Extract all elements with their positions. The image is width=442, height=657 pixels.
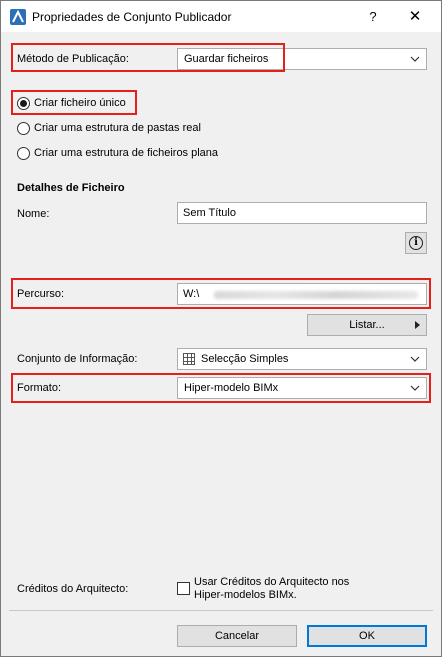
format-value: Hiper-modelo BIMx <box>184 382 279 394</box>
name-field[interactable]: Sem Título <box>177 202 427 224</box>
architect-credits-checkbox[interactable] <box>177 582 190 595</box>
name-label: Nome: <box>17 208 50 220</box>
info-set-dropdown[interactable]: Selecção Simples <box>177 348 427 370</box>
radio-real-folder-structure[interactable] <box>17 122 30 135</box>
radio-flat-file-label[interactable]: Criar uma estrutura de ficheiros plana <box>34 147 218 159</box>
path-label: Percurso: <box>17 288 65 300</box>
radio-single-file-label[interactable]: Criar ficheiro único <box>34 97 126 109</box>
browse-button[interactable]: Listar... <box>307 314 427 336</box>
close-button[interactable]: ✕ <box>400 5 430 29</box>
footer-divider <box>9 610 433 611</box>
architect-credits-line1: Usar Créditos do Arquitecto nos <box>194 576 350 588</box>
path-value: W:\ <box>183 288 200 300</box>
format-dropdown[interactable]: Hiper-modelo BIMx <box>177 377 427 399</box>
cancel-button[interactable]: Cancelar <box>177 625 297 647</box>
publish-method-label: Método de Publicação: <box>17 53 129 65</box>
name-value: Sem Título <box>183 207 236 219</box>
archicad-logo-icon <box>10 9 26 25</box>
info-set-label: Conjunto de Informação: <box>17 353 138 365</box>
chevron-down-icon <box>410 385 420 391</box>
radio-single-file[interactable] <box>17 97 30 110</box>
title-bar: Propriedades de Conjunto Publicador ? ✕ <box>1 1 441 32</box>
radio-flat-file-structure[interactable] <box>17 147 30 160</box>
chevron-down-icon <box>410 356 420 362</box>
publish-method-dropdown[interactable]: Guardar ficheiros <box>177 48 427 70</box>
browse-label: Listar... <box>349 319 385 331</box>
architect-credits-label: Créditos do Arquitecto: <box>17 583 129 595</box>
architect-credits-checkbox-label[interactable]: Usar Créditos do Arquitecto nos Hiper-mo… <box>194 576 349 602</box>
help-button[interactable]: ? <box>363 7 383 27</box>
path-blurred-region <box>214 291 418 299</box>
architect-credits-line2: Hiper-modelos BIMx. <box>194 589 297 601</box>
info-button[interactable]: i <box>405 232 427 254</box>
chevron-down-icon <box>410 56 420 62</box>
window-title: Propriedades de Conjunto Publicador <box>32 10 232 24</box>
info-icon: i <box>409 236 423 250</box>
radio-real-folder-label[interactable]: Criar uma estrutura de pastas real <box>34 122 201 134</box>
format-label: Formato: <box>17 382 62 394</box>
table-grid-icon <box>183 353 195 365</box>
dialog-window: Propriedades de Conjunto Publicador ? ✕ … <box>0 0 442 657</box>
path-field[interactable]: W:\ <box>177 283 427 305</box>
ok-button[interactable]: OK <box>307 625 427 647</box>
arrow-right-icon <box>415 321 420 329</box>
publish-method-value: Guardar ficheiros <box>184 53 269 65</box>
file-details-heading: Detalhes de Ficheiro <box>17 182 125 194</box>
info-set-value: Selecção Simples <box>201 353 289 365</box>
